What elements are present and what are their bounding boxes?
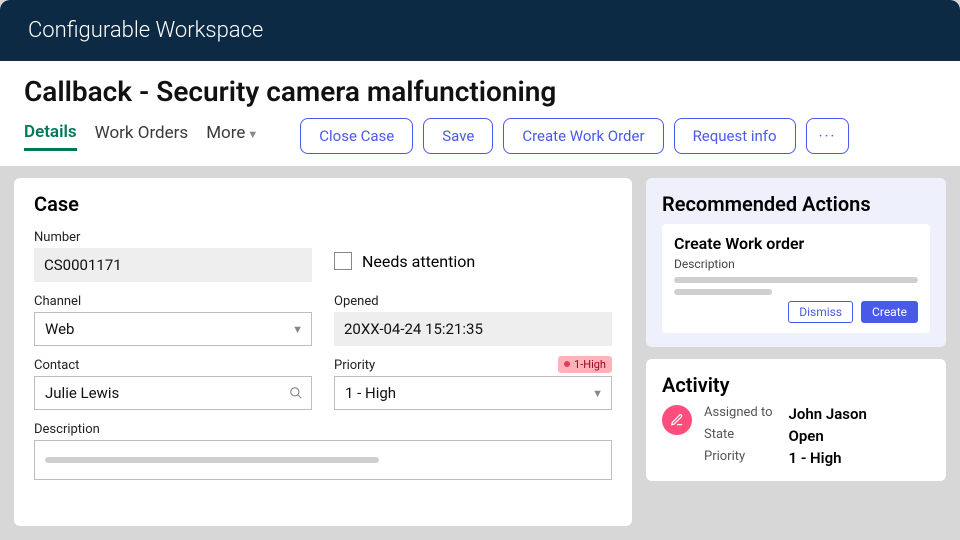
description-field[interactable] [34, 440, 612, 480]
edit-icon [662, 405, 692, 435]
recommended-actions-panel: Recommended Actions Create Work order De… [646, 178, 946, 347]
tab-bar: Details Work Orders More▼ [24, 122, 258, 151]
channel-select[interactable]: Web ▼ [34, 312, 312, 346]
page-header: Callback - Security camera malfunctionin… [0, 61, 960, 166]
save-button[interactable]: Save [423, 118, 493, 154]
action-bar: Close Case Save Create Work Order Reques… [300, 118, 849, 154]
chevron-down-icon: ▼ [247, 128, 258, 141]
request-info-button[interactable]: Request info [674, 118, 796, 154]
workspace-title: Configurable Workspace [28, 18, 263, 43]
recommended-card-title: Create Work order [674, 234, 918, 253]
close-case-button[interactable]: Close Case [300, 118, 413, 154]
contact-lookup[interactable]: Julie Lewis [34, 376, 312, 410]
dismiss-button[interactable]: Dismiss [788, 301, 853, 323]
priority-badge: 1-High [558, 356, 612, 373]
recommended-card: Create Work order Description Dismiss Cr… [662, 224, 930, 333]
case-heading: Case [34, 192, 612, 216]
top-bar: Configurable Workspace [0, 0, 960, 61]
case-panel: Case Number CS0001171 Needs attention Ch… [14, 178, 632, 526]
chevron-down-icon: ▼ [592, 387, 603, 400]
needs-attention-checkbox[interactable] [334, 252, 352, 270]
priority-select[interactable]: 1 - High ▼ [334, 376, 612, 410]
activity-heading: Activity [662, 373, 930, 397]
contact-label: Contact [34, 358, 312, 373]
opened-field: 20XX-04-24 15:21:35 [334, 312, 612, 346]
recommended-card-desc-label: Description [674, 257, 918, 271]
more-actions-button[interactable]: ··· [806, 118, 850, 154]
search-icon [289, 386, 303, 400]
opened-label: Opened [334, 294, 612, 309]
activity-priority-value: 1 - High [789, 449, 867, 467]
create-button[interactable]: Create [861, 301, 918, 323]
number-label: Number [34, 230, 312, 245]
tab-work-orders[interactable]: Work Orders [95, 123, 189, 149]
activity-priority-label: Priority [704, 449, 773, 467]
activity-panel: Activity Assigned to John Jason State Op… [646, 359, 946, 481]
description-label: Description [34, 422, 612, 437]
create-work-order-button[interactable]: Create Work Order [503, 118, 663, 154]
number-field: CS0001171 [34, 248, 312, 282]
activity-assigned-value: John Jason [789, 405, 867, 423]
recommended-heading: Recommended Actions [662, 192, 930, 216]
tab-more[interactable]: More▼ [206, 123, 258, 149]
tab-details[interactable]: Details [24, 122, 77, 151]
activity-assigned-label: Assigned to [704, 405, 773, 423]
needs-attention-label: Needs attention [362, 252, 475, 271]
priority-label: Priority [334, 358, 375, 373]
activity-state-value: Open [789, 427, 867, 445]
channel-label: Channel [34, 294, 312, 309]
activity-state-label: State [704, 427, 773, 445]
page-title: Callback - Security camera malfunctionin… [24, 75, 936, 108]
chevron-down-icon: ▼ [292, 323, 303, 336]
